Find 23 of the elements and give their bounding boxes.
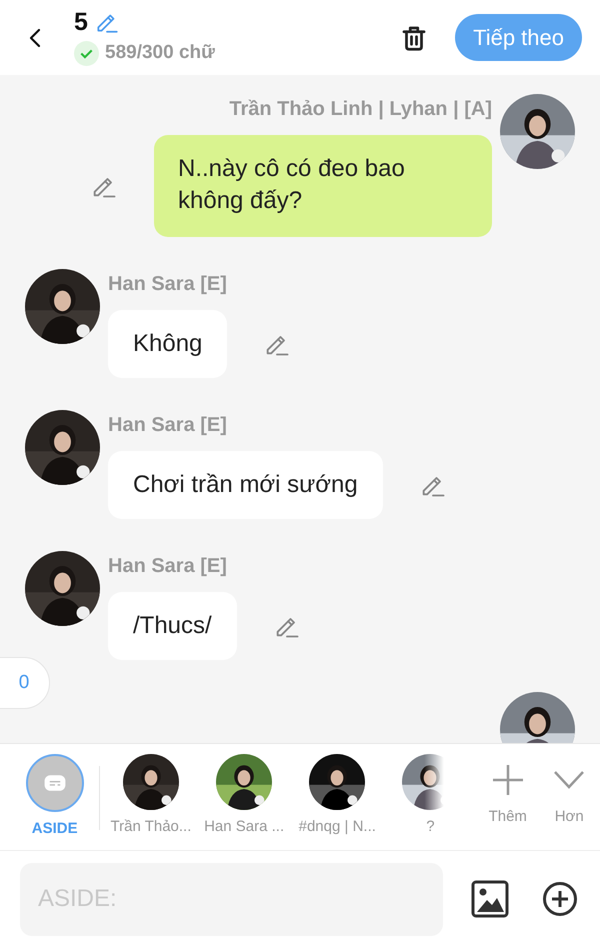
message-bubble[interactable]: /Thucs/ <box>108 592 237 660</box>
character-name[interactable]: Han Sara ... <box>204 818 284 835</box>
side-tab[interactable]: 0 <box>0 657 50 709</box>
image-icon[interactable] <box>469 878 511 920</box>
character-name[interactable]: Trần Thảo... <box>110 818 192 835</box>
sender-name: Han Sara [E] <box>108 273 228 296</box>
sender-name: Trần Thảo Linh | Lyhan | [A] <box>229 98 492 121</box>
check-icon <box>74 40 99 66</box>
action-label[interactable]: Hơn <box>554 808 584 825</box>
character-name[interactable]: ? <box>426 818 435 835</box>
character-name[interactable]: ASIDE <box>32 820 78 837</box>
sender-name: Han Sara [E] <box>108 414 228 437</box>
plus-icon[interactable] <box>492 764 523 796</box>
next-button[interactable]: Tiếp theo <box>455 14 582 61</box>
add-icon[interactable] <box>541 880 579 918</box>
character-name[interactable]: #dnqg | N... <box>298 818 376 835</box>
message-bubble[interactable]: Không <box>108 310 228 378</box>
message-bubble[interactable]: Chơi trần mới sướng <box>108 451 383 519</box>
message-bubble[interactable]: N..này cô có đeo bao không đấy? <box>154 135 492 237</box>
word-count: 589/300 chữ <box>105 42 215 64</box>
sender-name: Han Sara [E] <box>108 555 228 578</box>
chapter-count: 5 <box>74 8 88 36</box>
action-label[interactable]: Thêm <box>488 808 527 825</box>
